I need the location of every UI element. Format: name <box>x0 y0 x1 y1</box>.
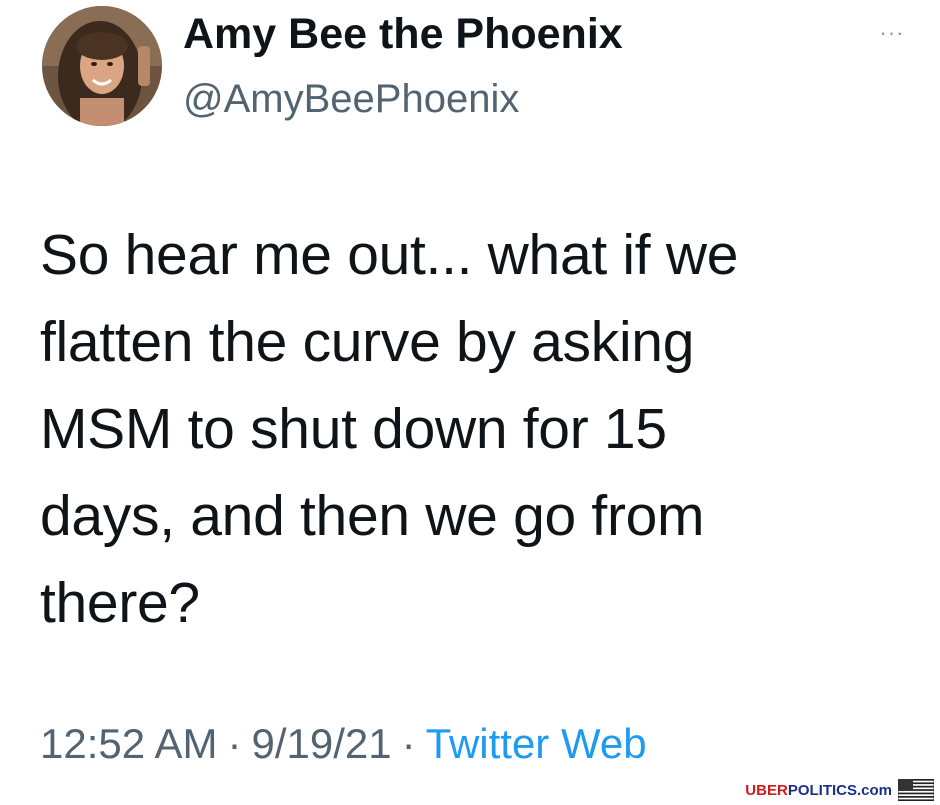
watermark-dotcom: .com <box>856 781 892 799</box>
avatar[interactable] <box>42 6 162 126</box>
meta-separator: · <box>227 720 242 767</box>
avatar-photo-icon <box>42 6 162 126</box>
site-watermark: UBERPOLITICS.com <box>745 779 934 801</box>
watermark-text: UBERPOLITICS.com <box>745 782 892 799</box>
tweet-time[interactable]: 12:52 AM <box>40 720 217 767</box>
tweet-date[interactable]: 9/19/21 <box>251 720 391 767</box>
us-flag-icon <box>898 779 934 801</box>
watermark-uber: UBER <box>745 781 788 799</box>
tweet-card: Amy Bee the Phoenix @AmyBeePhoenix ··· S… <box>0 0 940 805</box>
more-options-icon[interactable]: ··· <box>868 20 916 46</box>
tweet-text-line: days, and then we go from <box>40 484 705 548</box>
tweet-text: So hear me out... what if we flatten the… <box>40 212 920 647</box>
tweet-text-line: MSM to shut down for 15 <box>40 397 667 461</box>
tweet-text-line: flatten the curve by asking <box>40 310 695 374</box>
tweet-source-link[interactable]: Twitter Web <box>426 720 647 767</box>
meta-separator: · <box>401 720 416 767</box>
watermark-politics: POLITICS <box>787 781 857 799</box>
tweet-metadata: 12:52 AM · 9/19/21 · Twitter Web <box>40 716 647 772</box>
tweet-text-line: So hear me out... what if we <box>40 223 739 287</box>
tweet-text-line: there? <box>40 571 200 635</box>
display-name[interactable]: Amy Bee the Phoenix <box>183 8 623 60</box>
user-handle[interactable]: @AmyBeePhoenix <box>183 74 519 124</box>
